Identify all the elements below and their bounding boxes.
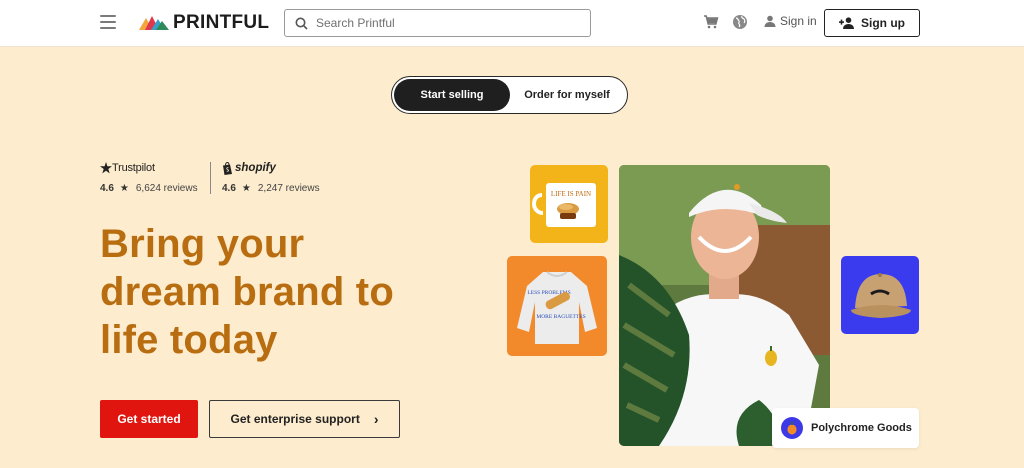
logo-text: PRINTFUL xyxy=(173,12,270,33)
model-photo xyxy=(619,165,830,446)
star-icon: ★ xyxy=(119,183,129,194)
shopify-rating[interactable]: shopify 4.6 ★ 2,247 reviews xyxy=(222,160,320,194)
sign-up-label: Sign up xyxy=(861,16,905,30)
headline-line: Bring your xyxy=(100,222,305,266)
sweatshirt-product-tile: LESS PROBLEMS MORE BAGUETTES xyxy=(507,256,607,356)
rating-divider xyxy=(210,162,211,194)
get-started-button[interactable]: Get started xyxy=(100,400,198,438)
search-icon xyxy=(295,17,308,30)
mug-image: LIFE IS PAIN xyxy=(531,183,596,227)
start-selling-tab[interactable]: Start selling xyxy=(394,79,510,111)
sign-in-label: Sign in xyxy=(780,14,817,28)
search-bar[interactable] xyxy=(284,9,591,37)
cap-image xyxy=(851,273,911,318)
chevron-right-icon: › xyxy=(373,411,379,427)
trustpilot-score: 4.6 xyxy=(100,183,114,194)
brand-name: Polychrome Goods xyxy=(811,422,912,434)
brand-logo-icon xyxy=(781,417,803,439)
shopify-brand: shopify xyxy=(235,162,276,174)
cart-icon[interactable] xyxy=(703,14,719,35)
search-input[interactable] xyxy=(316,16,566,30)
mug-print-text: LIFE IS PAIN xyxy=(551,190,591,198)
add-user-icon xyxy=(839,17,854,29)
shopify-reviews: 2,247 reviews xyxy=(257,183,320,194)
brand-badge: Polychrome Goods xyxy=(772,408,919,448)
mug-product-tile: LIFE IS PAIN xyxy=(530,165,608,243)
globe-icon[interactable] xyxy=(732,14,748,35)
headline-line: dream brand to xyxy=(100,270,394,314)
top-nav-bar: PRINTFUL Sign in xyxy=(0,0,1024,47)
enterprise-support-button[interactable]: Get enterprise support › xyxy=(209,400,400,438)
shopify-bag-icon xyxy=(223,161,232,175)
shopify-score: 4.6 xyxy=(222,183,236,194)
logo-mark-icon xyxy=(139,16,169,30)
star-icon: ★ xyxy=(241,183,251,194)
menu-icon[interactable] xyxy=(100,15,116,29)
sweat-print-bottom: MORE BAGUETTES xyxy=(536,314,585,320)
cap-product-tile xyxy=(841,256,919,334)
trustpilot-star-icon xyxy=(100,162,112,174)
trustpilot-rating[interactable]: Trustpilot 4.6 ★ 6,624 reviews xyxy=(100,160,198,194)
audience-toggle: Start selling Order for myself xyxy=(391,76,628,114)
sweatshirt-image: LESS PROBLEMS MORE BAGUETTES xyxy=(517,271,597,344)
order-for-myself-tab[interactable]: Order for myself xyxy=(510,79,624,111)
sign-up-button[interactable]: Sign up xyxy=(824,9,920,37)
headline-line: life today xyxy=(100,318,278,362)
hero-headline: Bring your dream brand to life today xyxy=(100,220,500,364)
sign-in-link[interactable]: Sign in xyxy=(764,14,817,28)
trustpilot-brand: Trustpilot xyxy=(112,162,155,174)
printful-logo[interactable]: PRINTFUL xyxy=(139,12,269,34)
user-icon xyxy=(764,15,776,27)
trustpilot-reviews: 6,624 reviews xyxy=(135,183,198,194)
enterprise-support-label: Get enterprise support xyxy=(230,412,360,426)
